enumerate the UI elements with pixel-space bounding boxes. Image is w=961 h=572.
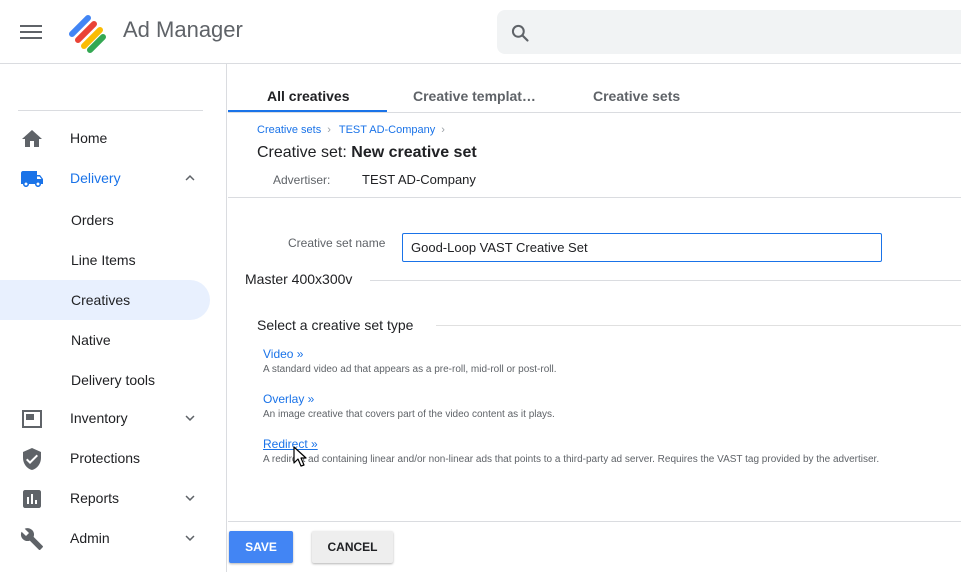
page-title-name: New creative set [351, 144, 477, 161]
advertiser-label: Advertiser: [273, 173, 331, 187]
sidebar-item-label: Reports [70, 490, 120, 506]
sidebar-item-line-items[interactable]: Line Items [0, 240, 210, 280]
sidebar-item-label: Inventory [70, 410, 128, 426]
shield-icon [23, 448, 41, 470]
creative-set-name-label: Creative set name [288, 236, 386, 250]
sidebar-item-label: Delivery tools [71, 372, 156, 388]
breadcrumb: Creative sets › TEST AD-Company › [257, 124, 453, 136]
tab-label: All creatives [267, 88, 350, 104]
tab-creative-templates[interactable]: Creative templat… [387, 64, 557, 112]
sidebar-item-delivery-tools[interactable]: Delivery tools [0, 360, 210, 400]
video-type-description: A standard video ad that appears as a pr… [263, 364, 557, 375]
sidebar-item-label: Admin [70, 530, 110, 546]
tab-label: Creative templat… [413, 88, 536, 104]
sidebar-item-native[interactable]: Native [0, 320, 210, 360]
search-icon [511, 24, 529, 42]
truck-icon [21, 171, 43, 187]
breadcrumb-separator: › [441, 124, 445, 136]
tab-creative-sets[interactable]: Creative sets [557, 64, 707, 112]
sidebar: Home Delivery Orders Line Items Creative… [0, 64, 227, 572]
creative-set-name-input[interactable] [402, 233, 882, 262]
chevron-down-icon[interactable] [181, 489, 199, 507]
master-divider [370, 280, 961, 281]
sidebar-item-reports[interactable]: Reports [0, 479, 210, 519]
chevron-down-icon[interactable] [181, 529, 199, 547]
sidebar-item-protections[interactable]: Protections [0, 439, 210, 479]
mouse-pointer-icon [293, 446, 307, 467]
type-divider [436, 325, 961, 326]
sidebar-item-label: Native [71, 332, 111, 348]
tab-label: Creative sets [593, 88, 681, 104]
sidebar-item-orders[interactable]: Orders [0, 200, 210, 240]
app-title: Ad Manager [123, 17, 243, 42]
redirect-type-link[interactable]: Redirect » [263, 437, 318, 451]
master-heading: Master 400x300v [245, 271, 353, 287]
sidebar-item-inventory[interactable]: Inventory [0, 399, 210, 439]
menu-icon[interactable] [20, 22, 42, 42]
sidebar-item-admin[interactable]: Admin [0, 519, 210, 559]
main-content: All creatives Creative templat… Creative… [228, 64, 961, 572]
chevron-up-icon[interactable] [181, 169, 199, 187]
creative-set-type-heading: Select a creative set type [257, 317, 414, 333]
advertiser-value: TEST AD-Company [362, 172, 476, 187]
wrench-icon [20, 528, 43, 550]
breadcrumb-separator: › [327, 124, 331, 136]
footer-divider [228, 521, 961, 522]
page-title: Creative set: New creative set [257, 144, 477, 162]
sidebar-item-label: Home [70, 130, 108, 146]
overlay-type-description: An image creative that covers part of th… [263, 409, 555, 420]
section-divider [228, 197, 961, 198]
top-bar: Ad Manager [0, 0, 961, 64]
breadcrumb-link-creative-sets[interactable]: Creative sets [257, 124, 321, 136]
chevron-down-icon[interactable] [181, 409, 199, 427]
breadcrumb-link-advertiser[interactable]: TEST AD-Company [339, 124, 435, 136]
sidebar-item-label: Orders [71, 212, 114, 228]
home-icon [22, 130, 42, 147]
sidebar-item-label: Creatives [71, 292, 131, 308]
page-title-prefix: Creative set: [257, 144, 347, 161]
sidebar-item-home[interactable]: Home [0, 119, 210, 159]
sidebar-item-label: Protections [70, 450, 141, 466]
tab-all-creatives[interactable]: All creatives [228, 64, 387, 112]
sidebar-item-creatives[interactable]: Creatives [0, 280, 210, 320]
sidebar-item-label: Line Items [71, 252, 136, 268]
save-button[interactable]: SAVE [229, 531, 293, 563]
search-bar[interactable] [497, 10, 961, 54]
cancel-button[interactable]: CANCEL [312, 531, 393, 563]
bar-chart-icon [23, 490, 41, 508]
redirect-type-description: A redirect ad containing linear and/or n… [263, 454, 880, 465]
sidebar-item-label: Delivery [70, 170, 121, 186]
video-type-link[interactable]: Video » [263, 347, 303, 361]
inventory-icon [22, 410, 42, 428]
sidebar-divider [18, 110, 203, 111]
ad-manager-logo [69, 15, 106, 53]
overlay-type-link[interactable]: Overlay » [263, 392, 314, 406]
tab-bar: All creatives Creative templat… Creative… [228, 64, 961, 113]
sidebar-item-delivery[interactable]: Delivery [0, 159, 210, 199]
